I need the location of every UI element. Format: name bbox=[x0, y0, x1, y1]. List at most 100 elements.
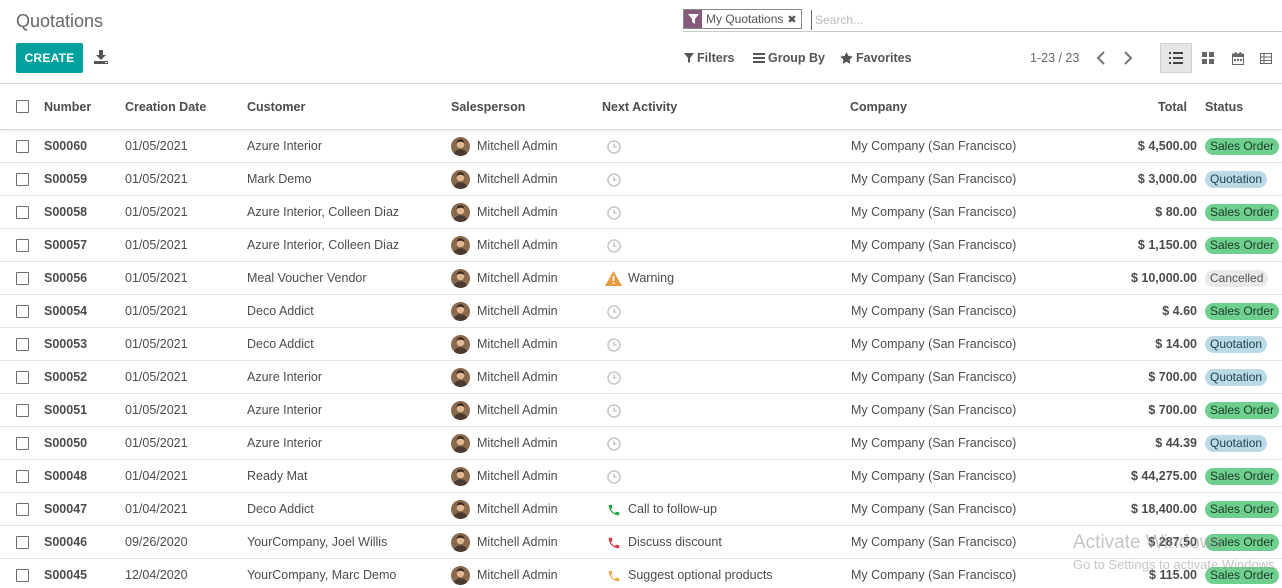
row-customer: Mark Demo bbox=[247, 172, 312, 186]
row-company: My Company (San Francisco) bbox=[851, 337, 1017, 351]
row-checkbox[interactable] bbox=[16, 404, 29, 417]
row-number: S00059 bbox=[44, 172, 88, 186]
row-next-activity[interactable]: Call to follow-up bbox=[628, 502, 717, 516]
list-view-icon[interactable] bbox=[1160, 43, 1192, 73]
groupby-button[interactable]: Group By bbox=[753, 51, 825, 65]
download-icon[interactable] bbox=[94, 49, 110, 67]
warning-icon[interactable] bbox=[605, 270, 622, 287]
select-all-checkbox[interactable] bbox=[16, 100, 29, 113]
column-total[interactable]: Total bbox=[1158, 100, 1187, 114]
close-icon[interactable]: ✖ bbox=[787, 13, 800, 26]
filters-button[interactable]: Filters bbox=[684, 51, 735, 65]
search-input[interactable] bbox=[811, 10, 1271, 30]
favorites-button[interactable]: Favorites bbox=[840, 51, 912, 65]
clock-icon[interactable] bbox=[605, 468, 622, 485]
row-salesperson: Mitchell Admin bbox=[477, 370, 558, 384]
status-badge: Sales Order bbox=[1205, 468, 1280, 485]
row-number: S00052 bbox=[44, 370, 88, 384]
row-creation-date: 01/05/2021 bbox=[125, 304, 188, 318]
clock-icon[interactable] bbox=[605, 204, 622, 221]
row-checkbox[interactable] bbox=[16, 536, 29, 549]
filter-icon bbox=[684, 10, 702, 28]
table-row[interactable]: S00059 01/05/2021 Mark Demo Mitchell Admin M… bbox=[0, 163, 1282, 196]
row-next-activity[interactable]: Discuss discount bbox=[628, 535, 722, 549]
row-total: $ 3,000.00 bbox=[1137, 172, 1197, 186]
clock-icon[interactable] bbox=[605, 402, 622, 419]
row-checkbox[interactable] bbox=[16, 140, 29, 153]
status-badge: Quotation bbox=[1205, 435, 1268, 452]
row-checkbox[interactable] bbox=[16, 470, 29, 483]
column-company[interactable]: Company bbox=[850, 100, 907, 114]
row-checkbox[interactable] bbox=[16, 239, 29, 252]
phone-icon-red[interactable] bbox=[605, 534, 622, 551]
table-row[interactable]: S00052 01/05/2021 Azure Interior Mitchell A… bbox=[0, 361, 1282, 394]
row-checkbox[interactable] bbox=[16, 503, 29, 516]
row-checkbox[interactable] bbox=[16, 338, 29, 351]
row-next-activity[interactable]: Suggest optional products bbox=[628, 568, 773, 582]
avatar bbox=[451, 335, 470, 354]
clock-icon[interactable] bbox=[605, 435, 622, 452]
column-salesperson[interactable]: Salesperson bbox=[451, 100, 525, 114]
search-facet[interactable]: My Quotations ✖ bbox=[683, 9, 802, 29]
row-total: $ 80.00 bbox=[1155, 205, 1197, 219]
row-company: My Company (San Francisco) bbox=[851, 139, 1017, 153]
clock-icon[interactable] bbox=[605, 336, 622, 353]
row-checkbox[interactable] bbox=[16, 437, 29, 450]
row-checkbox[interactable] bbox=[16, 272, 29, 285]
avatar bbox=[451, 467, 470, 486]
row-creation-date: 09/26/2020 bbox=[125, 535, 188, 549]
row-customer: Deco Addict bbox=[247, 337, 314, 351]
clock-icon[interactable] bbox=[605, 303, 622, 320]
pivot-view-icon[interactable] bbox=[1250, 43, 1282, 73]
clock-icon[interactable] bbox=[605, 138, 622, 155]
row-total: $ 1,150.00 bbox=[1137, 238, 1197, 252]
row-checkbox[interactable] bbox=[16, 569, 29, 582]
column-status[interactable]: Status bbox=[1205, 100, 1243, 114]
table-row[interactable]: S00058 01/05/2021 Azure Interior, Colleen … bbox=[0, 196, 1282, 229]
row-checkbox[interactable] bbox=[16, 305, 29, 318]
create-button[interactable]: CREATE bbox=[16, 43, 83, 73]
row-checkbox[interactable] bbox=[16, 206, 29, 219]
row-checkbox[interactable] bbox=[16, 173, 29, 186]
table-row[interactable]: S00056 01/05/2021 Meal Voucher Vendor Mitch… bbox=[0, 262, 1282, 295]
kanban-view-icon[interactable] bbox=[1192, 43, 1224, 73]
table-row[interactable]: S00051 01/05/2021 Azure Interior Mitchell A… bbox=[0, 394, 1282, 427]
clock-icon[interactable] bbox=[605, 369, 622, 386]
column-number[interactable]: Number bbox=[44, 100, 91, 114]
row-number: S00047 bbox=[44, 502, 88, 516]
row-company: My Company (San Francisco) bbox=[851, 271, 1017, 285]
row-salesperson: Mitchell Admin bbox=[477, 172, 558, 186]
row-number: S00056 bbox=[44, 271, 88, 285]
column-next-activity[interactable]: Next Activity bbox=[602, 100, 677, 114]
table-header: Number Creation Date Customer Salesperso… bbox=[0, 84, 1282, 130]
pager-value[interactable]: 1-23 / 23 bbox=[1030, 51, 1079, 65]
clock-icon[interactable] bbox=[605, 237, 622, 254]
clock-icon[interactable] bbox=[605, 171, 622, 188]
table-row[interactable]: S00054 01/05/2021 Deco Addict Mitchell Admi… bbox=[0, 295, 1282, 328]
table-row[interactable]: S00060 01/05/2021 Azure Interior Mitchell A… bbox=[0, 130, 1282, 163]
column-customer[interactable]: Customer bbox=[247, 100, 305, 114]
row-customer: Azure Interior, Colleen Diaz bbox=[247, 238, 400, 252]
table-row[interactable]: S00057 01/05/2021 Azure Interior, Colleen … bbox=[0, 229, 1282, 262]
phone-icon-green[interactable] bbox=[605, 501, 622, 518]
phone-icon-orange[interactable] bbox=[605, 567, 622, 584]
row-next-activity[interactable]: Warning bbox=[628, 271, 674, 285]
avatar bbox=[451, 170, 470, 189]
table-row[interactable]: S00053 01/05/2021 Deco Addict Mitchell Admi… bbox=[0, 328, 1282, 361]
table-row[interactable]: S00050 01/05/2021 Azure Interior Mitchell A… bbox=[0, 427, 1282, 460]
table-row[interactable]: S00047 01/04/2021 Deco Addict Mitchell Admi… bbox=[0, 493, 1282, 526]
row-salesperson: Mitchell Admin bbox=[477, 469, 558, 483]
row-total: $ 4.60 bbox=[1162, 304, 1197, 318]
chevron-right-icon[interactable] bbox=[1123, 51, 1135, 65]
chevron-left-icon[interactable] bbox=[1096, 51, 1108, 65]
bars-icon bbox=[753, 53, 765, 63]
column-creation-date[interactable]: Creation Date bbox=[125, 100, 206, 114]
table-row[interactable]: S00048 01/04/2021 Ready Mat Mitchell Admin M… bbox=[0, 460, 1282, 493]
status-badge: Quotation bbox=[1205, 369, 1268, 386]
row-checkbox[interactable] bbox=[16, 371, 29, 384]
row-company: My Company (San Francisco) bbox=[851, 205, 1017, 219]
status-badge: Sales Order bbox=[1205, 303, 1280, 320]
row-company: My Company (San Francisco) bbox=[851, 172, 1017, 186]
groupby-label: Group By bbox=[768, 51, 825, 65]
row-company: My Company (San Francisco) bbox=[851, 436, 1017, 450]
